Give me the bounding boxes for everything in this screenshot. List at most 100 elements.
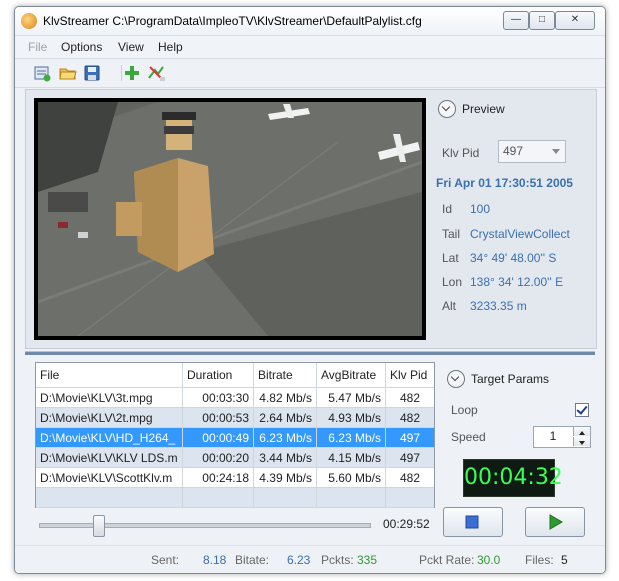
alt-value: 3233.35 m [470, 299, 527, 313]
cell-pid: 482 [385, 407, 434, 428]
aerial-scene-image [38, 102, 422, 336]
chevron-down-icon [552, 149, 560, 154]
lat-label: Lat [442, 251, 459, 265]
speed-label: Speed [451, 430, 486, 444]
col-file[interactable]: File [36, 363, 183, 388]
preview-header: Preview [462, 102, 505, 116]
speed-increment-button[interactable] [573, 427, 590, 436]
cell-pid: 497 [385, 447, 434, 468]
cell-duration: 00:00:49 [182, 427, 254, 448]
playlist-table: File Duration Bitrate AvgBitrate Klv Pid… [35, 362, 435, 508]
video-preview [34, 98, 426, 340]
cell-bitrate: 3.44 Mb/s [253, 447, 317, 468]
metadata-sidebar: Preview Klv Pid 497 Fri Apr 01 17:30:51 … [430, 90, 596, 348]
minimize-button[interactable]: — [503, 11, 529, 30]
sent-label: Sent: [151, 553, 180, 567]
speed-value: 1 [549, 429, 557, 443]
cell-duration: 00:00:20 [182, 447, 254, 468]
seek-slider-track[interactable] [39, 523, 371, 528]
cell-file: D:\Movie\KLV\KLV LDS.m [36, 447, 183, 468]
speed-stepper[interactable]: 1 [533, 426, 591, 448]
cell-duration: 00:00:53 [182, 407, 254, 428]
col-duration[interactable]: Duration [182, 363, 254, 388]
cell-avgbitrate: 5.47 Mb/s [316, 387, 386, 408]
packet-rate-value: 30.0 [477, 553, 501, 567]
preview-collapse-icon[interactable] [438, 100, 456, 118]
tail-label: Tail [442, 227, 461, 241]
cell-file: D:\Movie\KLV\ScottKlv.m [36, 467, 183, 488]
id-value: 100 [470, 202, 491, 216]
cell-avgbitrate: 5.60 Mb/s [316, 467, 386, 488]
cell-bitrate: 4.82 Mb/s [253, 387, 317, 408]
new-playlist-icon[interactable] [33, 64, 51, 82]
table-row[interactable]: D:\Movie\KLV\KLV LDS.m 00:00:20 3.44 Mb/… [36, 447, 434, 468]
cell-pid: 482 [385, 387, 434, 408]
cell-file: D:\Movie\KLV\3t.mpg [36, 387, 183, 408]
datetime-stamp: Fri Apr 01 17:30:51 2005 [436, 176, 573, 190]
loop-label: Loop [451, 403, 478, 417]
remove-icon[interactable] [147, 64, 165, 82]
target-params-collapse-icon[interactable] [447, 370, 465, 388]
tail-value: CrystalViewCollect [470, 227, 570, 241]
klv-pid-label: Klv Pid [442, 146, 480, 160]
cell-bitrate: 2.64 Mb/s [253, 407, 317, 428]
menu-help[interactable]: Help [158, 40, 183, 54]
stop-icon [465, 515, 479, 529]
col-bitrate[interactable]: Bitrate [253, 363, 317, 388]
lon-value: 138° 34' 12.00'' E [470, 275, 564, 289]
open-folder-icon[interactable] [59, 64, 77, 82]
title-bar[interactable]: KlvStreamer C:\ProgramData\ImpleoTV\KlvS… [15, 7, 605, 36]
cell-bitrate: 6.23 Mb/s [253, 427, 317, 448]
id-label: Id [442, 202, 453, 216]
close-button[interactable]: ✕ [555, 11, 595, 30]
toolbar-separator [121, 65, 122, 81]
alt-label: Alt [442, 299, 457, 313]
table-row[interactable]: D:\Movie\KLV\ScottKlv.m 00:24:18 4.39 Mb… [36, 467, 434, 488]
target-params-header: Target Params [471, 372, 550, 386]
total-duration: 00:29:52 [383, 517, 430, 531]
table-row-empty[interactable] [36, 487, 434, 508]
cell-duration: 00:03:30 [182, 387, 254, 408]
lat-value: 34° 49' 48.00'' S [470, 251, 557, 265]
seek-slider-thumb[interactable] [92, 515, 105, 537]
elapsed-time-display: 00:04:32 [463, 459, 563, 497]
col-klv-pid[interactable]: Klv Pid [385, 363, 434, 388]
aerial-video-frame [38, 102, 422, 336]
lon-label: Lon [442, 275, 463, 289]
app-icon [21, 13, 37, 29]
save-icon[interactable] [83, 64, 101, 82]
play-button[interactable] [525, 507, 585, 537]
splitter[interactable] [25, 351, 595, 355]
play-icon [549, 514, 563, 530]
menu-options[interactable]: Options [61, 40, 102, 54]
col-avgbitrate[interactable]: AvgBitrate [316, 363, 386, 388]
cell-pid: 482 [385, 467, 434, 488]
loop-checkbox[interactable] [575, 403, 589, 417]
klv-pid-value: 497 [503, 144, 524, 158]
klv-pid-select[interactable]: 497 [498, 140, 566, 163]
add-icon[interactable] [123, 64, 141, 82]
cell-file: D:\Movie\KLV\2t.mpg [36, 407, 183, 428]
menu-bar: File Options View Help [15, 36, 605, 59]
cell-pid: 497 [385, 427, 434, 448]
status-bar: Sent: 8.18 Bitate: 6.23 Pckts: 335 Pckt … [15, 545, 605, 573]
cell-duration: 00:24:18 [182, 467, 254, 488]
files-value: 5 [561, 553, 568, 567]
window-title: KlvStreamer C:\ProgramData\ImpleoTV\KlvS… [43, 14, 422, 28]
maximize-button[interactable]: □ [529, 11, 555, 30]
table-row[interactable]: D:\Movie\KLV\3t.mpg 00:03:30 4.82 Mb/s 5… [36, 387, 434, 408]
stop-button[interactable] [443, 507, 503, 537]
menu-view[interactable]: View [118, 40, 144, 54]
preview-panel: Preview Klv Pid 497 Fri Apr 01 17:30:51 … [25, 89, 597, 349]
files-label: Files: [525, 553, 554, 567]
chevron-down-icon [579, 441, 585, 445]
cell-bitrate: 4.39 Mb/s [253, 467, 317, 488]
app-window: KlvStreamer C:\ProgramData\ImpleoTV\KlvS… [14, 6, 606, 574]
table-row-selected[interactable]: D:\Movie\KLV\HD_H264_ 00:00:49 6.23 Mb/s… [36, 427, 434, 448]
bitrate-label: Bitate: [235, 553, 270, 567]
menu-file[interactable]: File [28, 40, 47, 54]
speed-decrement-button[interactable] [573, 437, 590, 446]
cell-avgbitrate: 6.23 Mb/s [316, 427, 386, 448]
table-row[interactable]: D:\Movie\KLV\2t.mpg 00:00:53 2.64 Mb/s 4… [36, 407, 434, 428]
table-header-row: File Duration Bitrate AvgBitrate Klv Pid [36, 363, 434, 388]
